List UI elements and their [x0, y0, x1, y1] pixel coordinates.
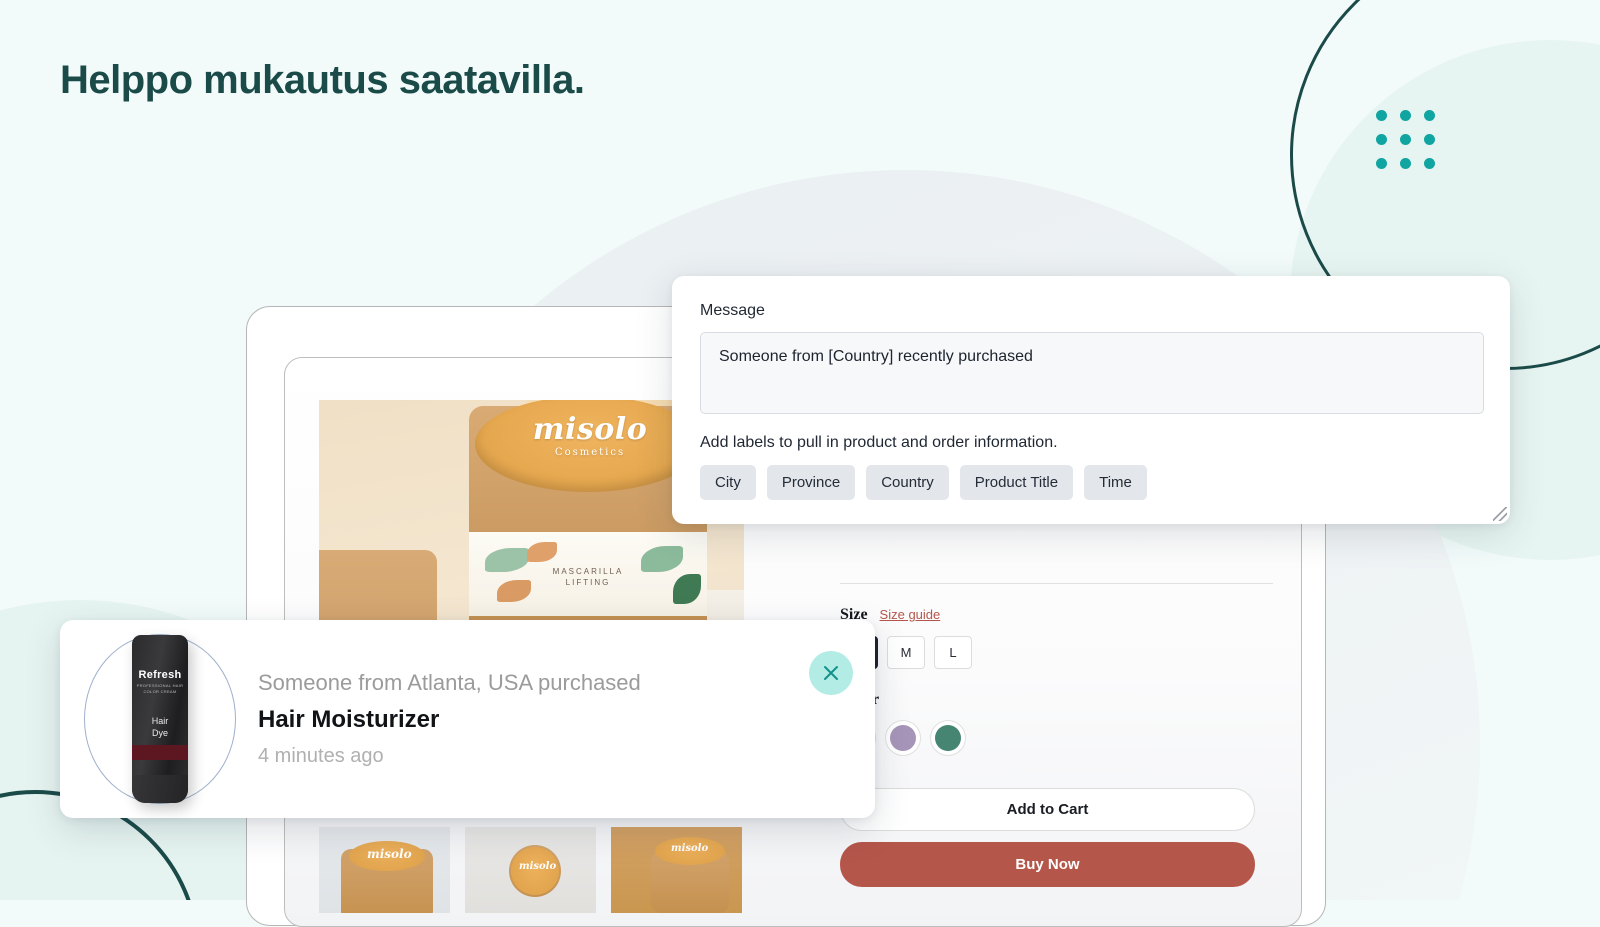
- thumbnail-1-brand: misolo: [367, 847, 412, 861]
- page-title: Helppo mukautus saatavilla.: [60, 58, 585, 102]
- add-to-cart-button[interactable]: Add to Cart: [840, 788, 1255, 831]
- message-textarea[interactable]: Someone from [Country] recently purchase…: [700, 332, 1484, 414]
- size-option-l[interactable]: L: [934, 636, 972, 669]
- options-divider: [840, 583, 1273, 584]
- thumbnail-3[interactable]: misolo: [611, 827, 742, 913]
- message-field-label: Message: [700, 302, 765, 319]
- tube-name-text: Hair Dye: [151, 716, 169, 739]
- buy-now-button[interactable]: Buy Now: [840, 842, 1255, 887]
- thumbnail-2-brand: misolo: [519, 861, 557, 872]
- notification-text-block: Someone from Atlanta, USA purchased Hair…: [258, 670, 809, 768]
- thumbnail-strip: misolo misolo misolo: [319, 827, 742, 913]
- color-label: Color: [840, 691, 1273, 709]
- product-brand-sub: Cosmetics: [554, 447, 626, 458]
- thumbnail-3-brand: misolo: [671, 843, 709, 854]
- purchase-notification-popup: Refresh PROFESSIONAL HAIR COLOR CREAM Ha…: [60, 620, 875, 818]
- color-swatch-green[interactable]: [930, 720, 966, 756]
- product-brand-name: misolo: [532, 412, 648, 447]
- close-icon[interactable]: [809, 651, 853, 695]
- product-label-band: MASCARILLA LIFTING: [469, 532, 707, 616]
- chip-province[interactable]: Province: [766, 465, 856, 500]
- size-option-group: S M L: [840, 636, 1273, 669]
- thumbnail-1[interactable]: misolo: [319, 827, 450, 913]
- color-swatch-purple[interactable]: [885, 720, 921, 756]
- tube-subtitle-text: PROFESSIONAL HAIR COLOR CREAM: [136, 683, 184, 694]
- size-guide-link[interactable]: Size guide: [880, 607, 941, 622]
- textarea-resize-handle[interactable]: [1493, 507, 1507, 521]
- color-option-group: [840, 720, 1273, 756]
- tube-brand-text: Refresh: [138, 669, 182, 681]
- thumbnail-2[interactable]: misolo: [465, 827, 596, 913]
- message-settings-card: Message Someone from [Country] recently …: [672, 276, 1510, 524]
- dot-grid-icon: [1376, 110, 1435, 169]
- label-chip-group: City Province Country Product Title Time: [700, 465, 1482, 500]
- product-label-text: MASCARILLA LIFTING: [469, 566, 707, 587]
- size-option-m[interactable]: M: [887, 636, 925, 669]
- chip-country[interactable]: Country: [866, 465, 949, 500]
- product-label-sub: LIFTING: [565, 578, 611, 587]
- notification-timestamp: 4 minutes ago: [258, 745, 384, 767]
- notification-product-image: Refresh PROFESSIONAL HAIR COLOR CREAM Ha…: [84, 634, 236, 804]
- notification-headline: Someone from Atlanta, USA purchased: [258, 670, 641, 695]
- notification-product-name: Hair Moisturizer: [258, 706, 440, 733]
- chip-city[interactable]: City: [700, 465, 756, 500]
- hair-dye-tube-graphic: Refresh PROFESSIONAL HAIR COLOR CREAM Ha…: [132, 635, 188, 803]
- chip-time[interactable]: Time: [1084, 465, 1147, 500]
- product-label-title: MASCARILLA: [552, 567, 624, 576]
- product-brand-logo: misolo Cosmetics: [515, 412, 665, 458]
- tube-foot: [132, 775, 188, 803]
- message-hint-text: Add labels to pull in product and order …: [700, 434, 1058, 451]
- size-section-header: Size Size guide: [840, 606, 1273, 624]
- chip-product-title[interactable]: Product Title: [959, 465, 1074, 500]
- tube-stripe: [132, 745, 188, 760]
